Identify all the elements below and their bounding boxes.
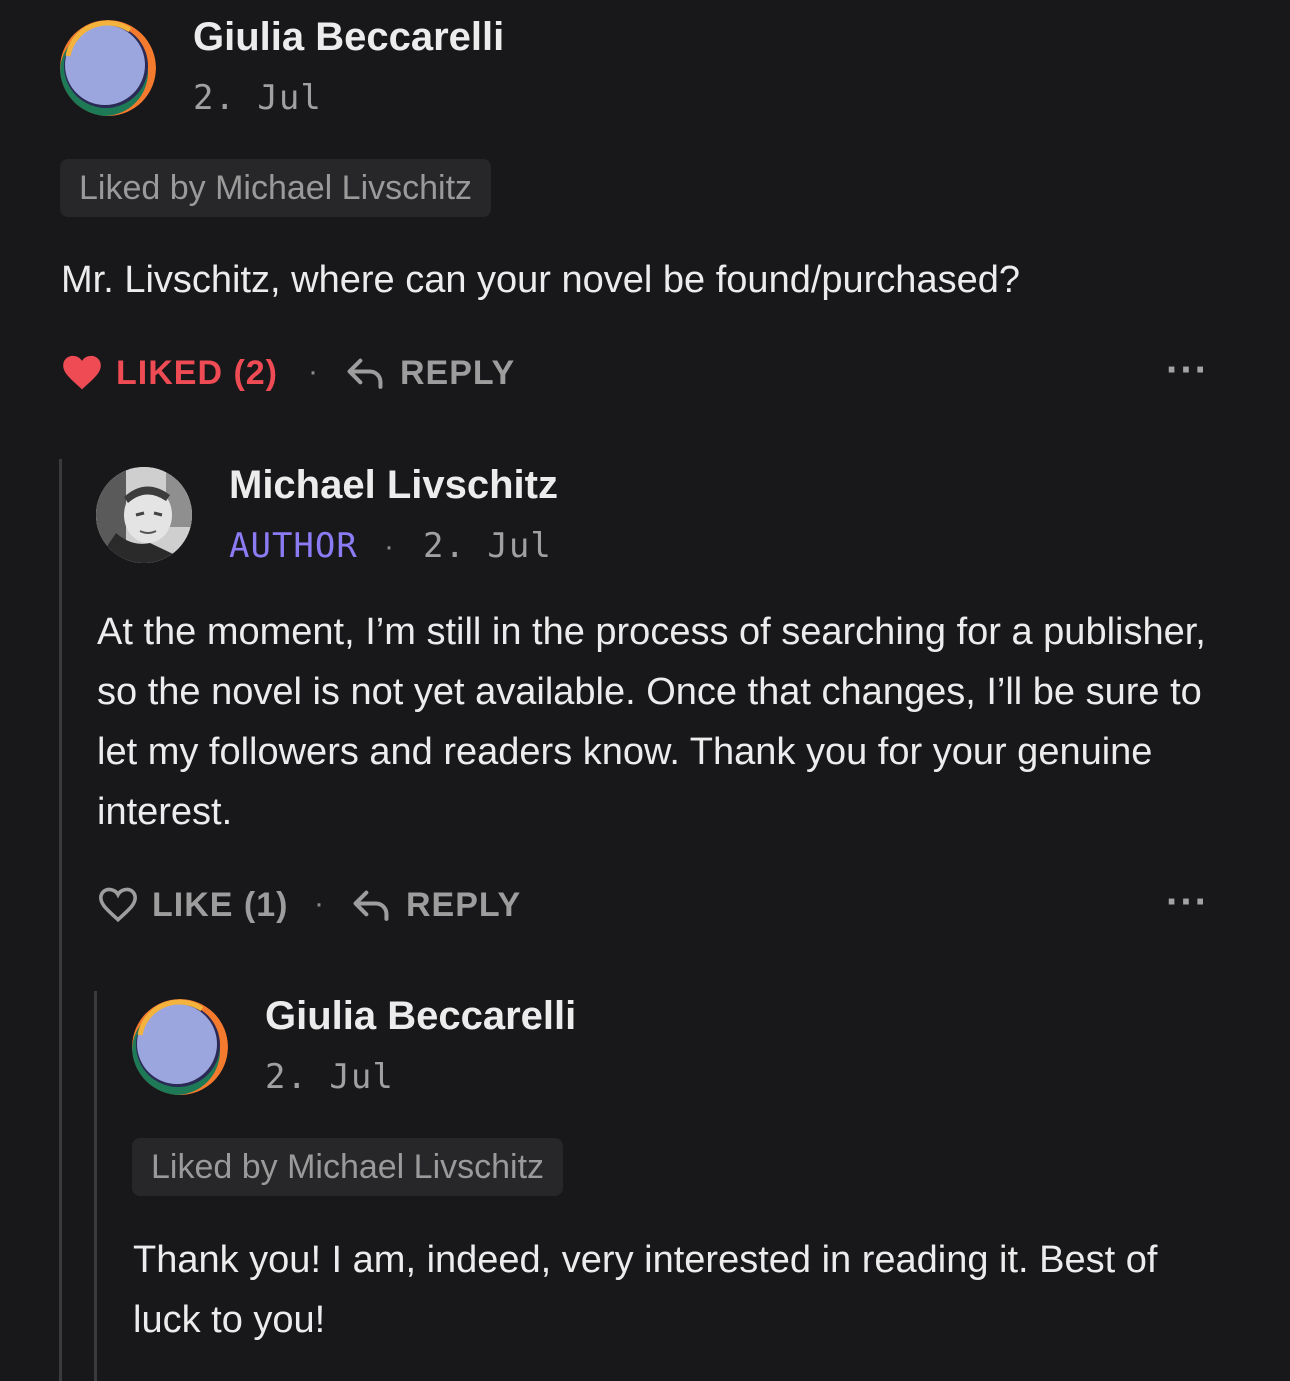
like-button[interactable]: LIKED (2) [62, 350, 278, 396]
like-button[interactable]: LIKE (1) [98, 882, 288, 928]
avatar-michael[interactable] [96, 467, 192, 563]
meta-separator: · [384, 530, 394, 563]
avatar-giulia[interactable] [132, 999, 228, 1095]
author-badge: AUTHOR [229, 526, 358, 566]
more-dots-icon[interactable]: ··· [1166, 880, 1209, 925]
comment-date[interactable]: 2. Jul [193, 78, 322, 118]
comment-date[interactable]: 2. Jul [265, 1057, 394, 1097]
avatar-image [132, 999, 228, 1095]
thread-line [59, 459, 62, 1381]
action-separator: · [308, 355, 318, 388]
comment-text: Mr. Livschitz, where can your novel be f… [61, 259, 1020, 301]
comment-text: At the moment, I’m still in the process … [97, 611, 1206, 833]
action-separator: · [314, 887, 324, 920]
comment-author-name[interactable]: Giulia Beccarelli [265, 994, 576, 1039]
comment-author-name[interactable]: Michael Livschitz [229, 463, 558, 508]
avatar-image [96, 467, 192, 563]
reply-button[interactable]: REPLY [346, 350, 515, 396]
reply-button[interactable]: REPLY [352, 882, 521, 928]
comment-date[interactable]: 2. Jul [423, 526, 552, 566]
like-label: LIKED (2) [116, 353, 278, 392]
heart-filled-icon [63, 355, 101, 390]
reply-arrow-icon [353, 890, 389, 921]
comment-text: Thank you! I am, indeed, very interested… [133, 1239, 1158, 1341]
more-dots-icon[interactable]: ··· [1166, 348, 1209, 393]
reply-label: REPLY [400, 353, 516, 392]
reply-label: REPLY [406, 885, 522, 924]
avatar-giulia[interactable] [60, 20, 156, 116]
liked-by-badge: Liked by Michael Livschitz [132, 1138, 564, 1196]
avatar-image [60, 20, 156, 116]
liked-by-badge: Liked by Michael Livschitz [60, 159, 492, 217]
thread-line [94, 991, 97, 1381]
comment-author-name[interactable]: Giulia Beccarelli [193, 15, 504, 60]
like-label: LIKE (1) [152, 885, 289, 924]
heart-outline-icon [99, 887, 137, 923]
reply-arrow-icon [347, 358, 383, 389]
